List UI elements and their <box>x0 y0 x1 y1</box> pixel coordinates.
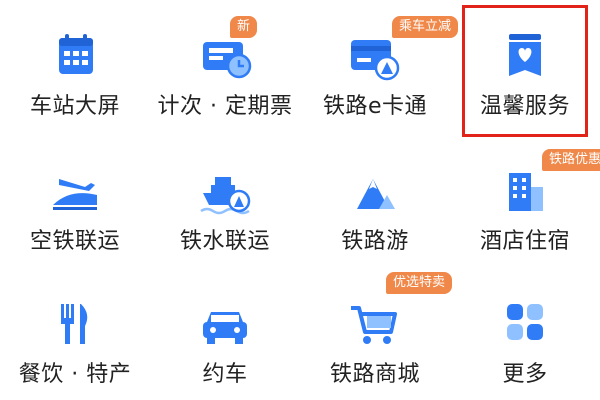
tile-station-screen[interactable]: 车站大屏 <box>0 0 150 130</box>
grid-more-icon <box>495 296 555 352</box>
tile-dining-specialty[interactable]: 餐饮 · 特产 <box>0 268 150 398</box>
mountain-icon <box>345 163 405 219</box>
calendar-icon <box>45 28 105 84</box>
fork-knife-icon <box>45 296 105 352</box>
tile-label: 车站大屏 <box>29 94 120 119</box>
tile-rail-mall[interactable]: 优选特卖 铁路商城 <box>300 268 453 398</box>
shopping-cart-icon <box>345 296 405 352</box>
tile-more[interactable]: 更多 <box>450 268 600 398</box>
discount-badge: 乘车立减 <box>392 16 459 38</box>
tile-label: 餐饮 · 特产 <box>18 362 132 387</box>
plane-train-icon <box>45 163 105 219</box>
tile-label: 计次 · 定期票 <box>157 94 293 119</box>
tile-label: 铁水联运 <box>179 229 270 254</box>
highlight-frame <box>462 5 588 137</box>
tile-rail-ecard[interactable]: 乘车立减 铁路e卡通 <box>300 0 459 130</box>
car-icon <box>195 296 255 352</box>
tile-air-rail[interactable]: 空铁联运 <box>0 135 150 265</box>
tile-label: 酒店住宿 <box>479 229 570 254</box>
tile-rail-water[interactable]: 铁水联运 <box>150 135 300 265</box>
tile-label: 铁路商城 <box>329 362 420 387</box>
ship-icon <box>195 163 255 219</box>
tile-hotel[interactable]: 铁路优惠 酒店住宿 <box>450 135 600 265</box>
tile-count-periodic-ticket[interactable]: 新 计次 · 定期票 <box>150 0 300 130</box>
tile-label: 空铁联运 <box>29 229 120 254</box>
tile-label: 铁路e卡通 <box>322 94 428 119</box>
tile-car-booking[interactable]: 约车 <box>150 268 300 398</box>
service-grid: 车站大屏 新 计次 · 定期票 乘车立减 铁路e卡通 温馨服务 空铁联运 铁水联… <box>0 0 600 400</box>
tile-label: 铁路游 <box>341 229 409 254</box>
tile-rail-tour[interactable]: 铁路游 <box>300 135 450 265</box>
tile-label: 更多 <box>502 362 548 387</box>
new-badge: 新 <box>230 16 258 38</box>
sale-badge: 优选特卖 <box>386 272 453 294</box>
tile-label: 约车 <box>202 362 248 387</box>
hotel-icon <box>495 163 555 219</box>
discount-badge: 铁路优惠 <box>542 149 600 171</box>
